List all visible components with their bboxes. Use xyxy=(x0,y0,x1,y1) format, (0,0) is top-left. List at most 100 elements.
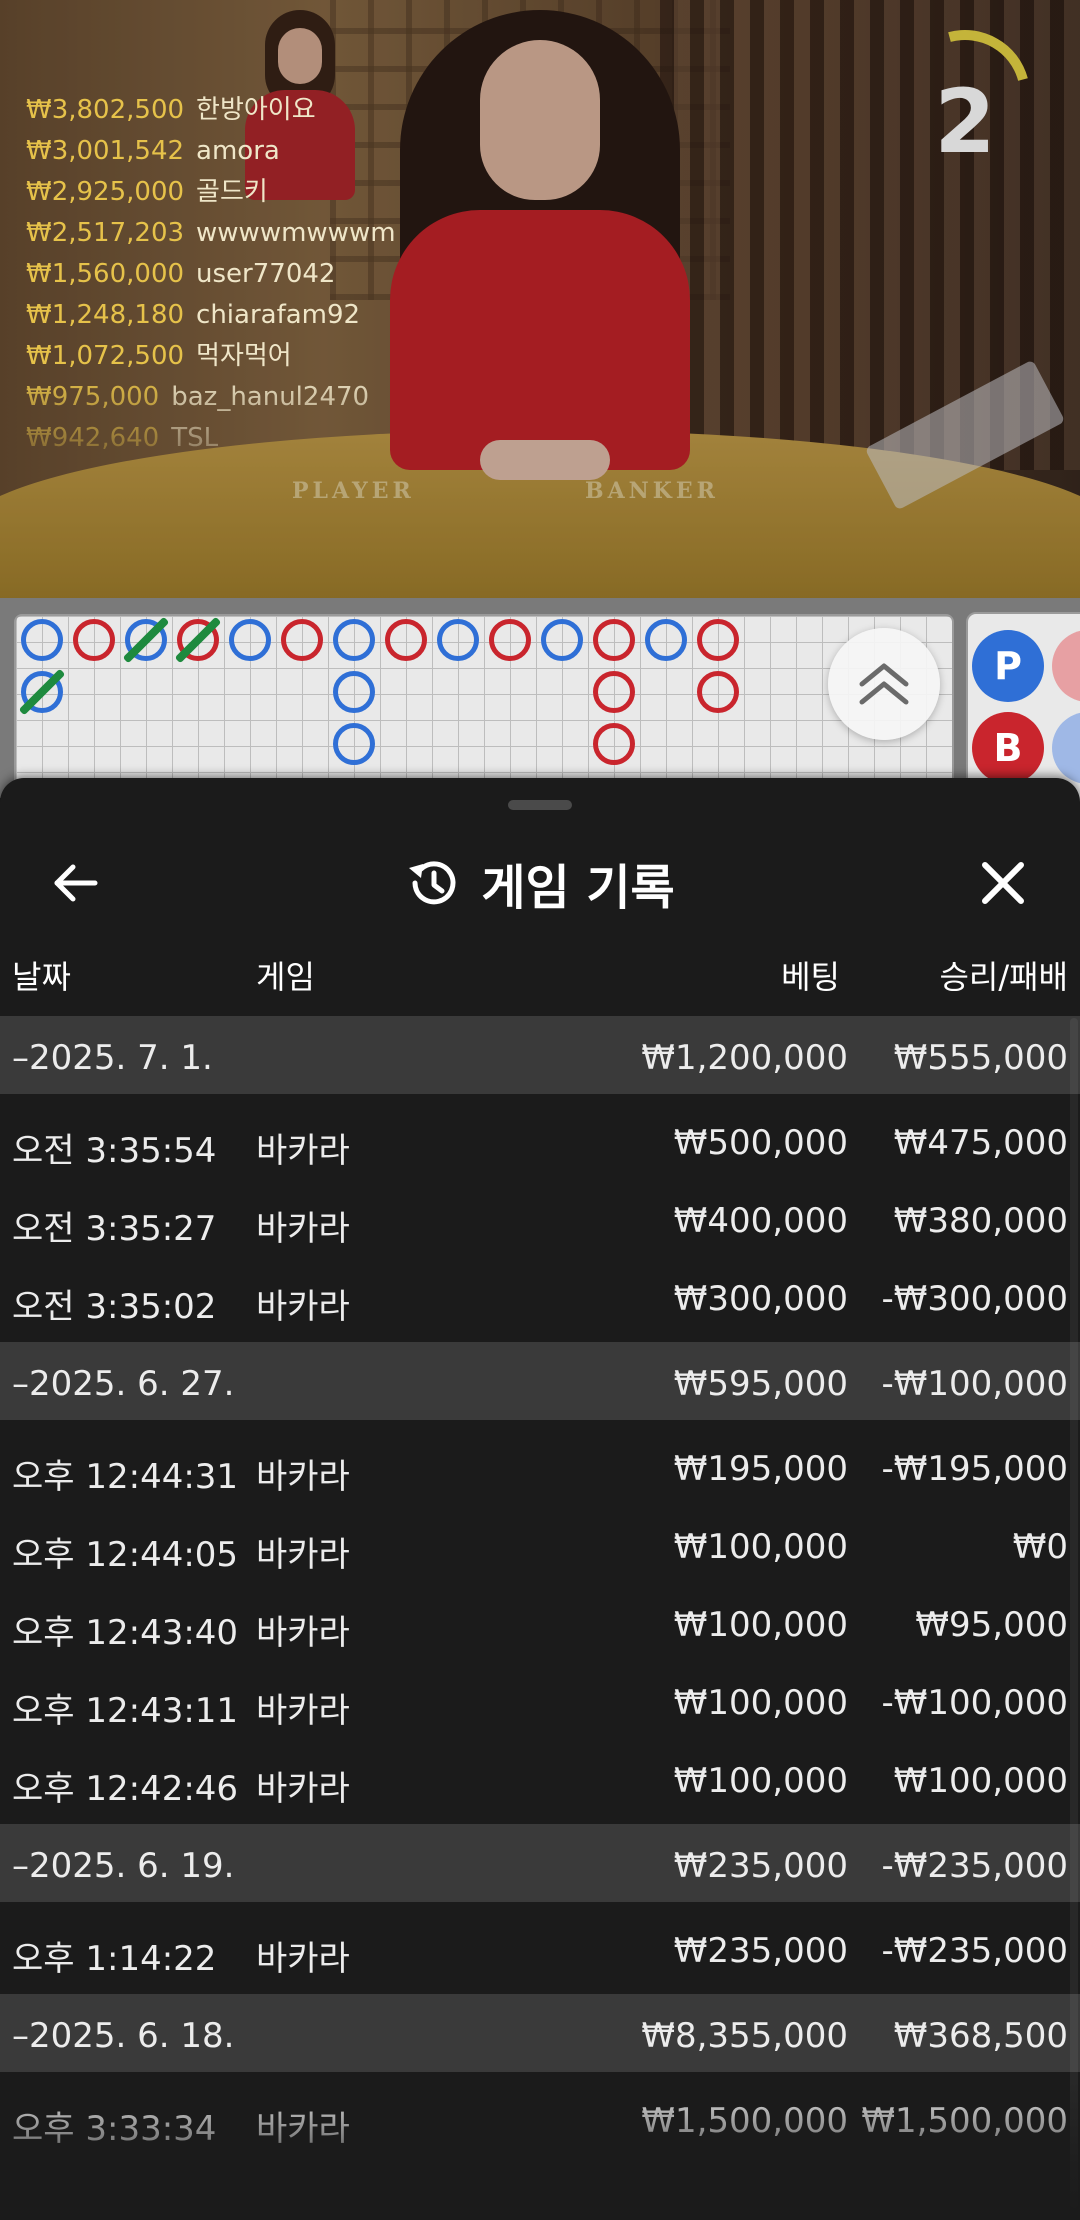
app-screen: PLAYER BANKER ₩3,802,500 한방아이요 ₩3,001,542 a… xyxy=(0,0,1080,2220)
winner-amount: ₩1,072,500 xyxy=(26,341,185,371)
banker-partial-chip xyxy=(1052,630,1080,702)
player-win-marker xyxy=(333,619,375,661)
player-prediction-chip[interactable]: P xyxy=(972,630,1044,702)
recent-winners-list: ₩3,802,500 한방아이요 ₩3,001,542 amora ₩2,925,000… xyxy=(26,90,406,490)
banker-win-marker xyxy=(593,723,635,765)
player-win-marker xyxy=(541,619,583,661)
player-win-marker xyxy=(229,619,271,661)
history-row[interactable]: 오후 1:14:22 바카라 ₩235,000 -₩235,000 xyxy=(0,1909,1080,1987)
winner-entry: ₩975,000 baz_hanul2470 xyxy=(26,377,406,418)
player-win-marker xyxy=(437,619,479,661)
row-game: 바카라 xyxy=(256,1131,350,1171)
close-button[interactable] xyxy=(968,848,1038,918)
group-date: –2025. 6. 18. xyxy=(12,2016,235,2056)
history-row[interactable]: 오후 12:44:05 바카라 ₩100,000 ₩0 xyxy=(0,1505,1080,1583)
group-bet-total: ₩8,355,000 xyxy=(641,2016,848,2056)
sheet-drag-handle[interactable] xyxy=(508,800,572,810)
row-time: 오후 3:33:34 xyxy=(12,2109,217,2149)
column-header-game: 게임 xyxy=(256,958,315,996)
winner-name: 골드키 xyxy=(196,177,268,207)
row-result: -₩235,000 xyxy=(881,1931,1069,1971)
history-row[interactable]: 오후 12:43:40 바카라 ₩100,000 ₩95,000 xyxy=(0,1583,1080,1661)
banker-prediction-chip[interactable]: B xyxy=(972,712,1044,784)
row-game: 바카라 xyxy=(256,1287,350,1327)
winner-amount: ₩1,248,180 xyxy=(26,300,185,330)
player-win-marker xyxy=(333,671,375,713)
row-result: -₩100,000 xyxy=(881,1683,1069,1723)
sheet-title-text: 게임 기록 xyxy=(481,860,675,916)
winner-name: wwwwmwwwm xyxy=(196,218,396,248)
row-time: 오후 12:44:31 xyxy=(12,1457,239,1497)
row-bet: ₩400,000 xyxy=(673,1201,848,1241)
row-time: 오후 12:43:11 xyxy=(12,1691,239,1731)
winner-entry: ₩2,925,000 골드키 xyxy=(26,172,406,213)
close-icon xyxy=(982,862,1024,904)
banker-win-marker xyxy=(697,671,739,713)
row-bet: ₩195,000 xyxy=(673,1449,848,1489)
row-bet: ₩100,000 xyxy=(673,1527,848,1567)
row-bet: ₩100,000 xyxy=(673,1683,848,1723)
winner-amount: ₩942,640 xyxy=(26,423,160,453)
winner-entry: ₩2,517,203 wwwwmwwwm xyxy=(26,213,406,254)
row-bet: ₩500,000 xyxy=(673,1123,848,1163)
banker-win-marker xyxy=(593,671,635,713)
row-bet: ₩300,000 xyxy=(673,1279,848,1319)
row-game: 바카라 xyxy=(256,1691,350,1731)
history-date-group[interactable]: –2025. 6. 19. ₩235,000 -₩235,000 xyxy=(0,1824,1080,1902)
row-time: 오후 1:14:22 xyxy=(12,1939,217,1979)
banker-win-marker xyxy=(73,619,115,661)
history-column-headers: 날짜 게임 베팅 승리/패배 xyxy=(0,938,1080,996)
player-partial-chip xyxy=(1052,712,1080,784)
winner-amount: ₩2,517,203 xyxy=(26,218,185,248)
winner-name: user77042 xyxy=(196,259,336,289)
player-win-marker xyxy=(645,619,687,661)
row-bet: ₩100,000 xyxy=(673,1605,848,1645)
winner-amount: ₩975,000 xyxy=(26,382,160,412)
group-date: –2025. 6. 19. xyxy=(12,1846,235,1886)
winner-amount: ₩3,001,542 xyxy=(26,136,185,166)
countdown-timer: 2 xyxy=(876,6,1054,184)
history-row[interactable]: 오후 12:44:31 바카라 ₩195,000 -₩195,000 xyxy=(0,1427,1080,1505)
live-video-feed: PLAYER BANKER ₩3,802,500 한방아이요 ₩3,001,542 a… xyxy=(0,0,1080,598)
winner-entry: ₩1,072,500 먹자먹어 xyxy=(26,336,406,377)
group-result-total: -₩100,000 xyxy=(881,1364,1069,1404)
winner-entry: ₩942,640 TSL xyxy=(26,418,406,459)
game-history-sheet: 게임 기록 날짜 게임 베팅 승리/패배 –2025. 7. 1. ₩1,200,… xyxy=(0,778,1080,2220)
sheet-header: 게임 기록 xyxy=(0,818,1080,938)
row-time: 오전 3:35:54 xyxy=(12,1131,217,1171)
sheet-title: 게임 기록 xyxy=(0,848,1080,918)
history-icon xyxy=(409,861,456,905)
double-chevron-up-icon xyxy=(859,663,909,705)
history-row[interactable]: 오전 3:35:54 바카라 ₩500,000 ₩475,000 xyxy=(0,1101,1080,1179)
winner-name: baz_hanul2470 xyxy=(171,382,370,412)
row-time: 오후 12:44:05 xyxy=(12,1535,239,1575)
winner-name: TSL xyxy=(171,423,219,453)
banker-win-marker xyxy=(281,619,323,661)
row-game: 바카라 xyxy=(256,1209,350,1249)
row-bet: ₩100,000 xyxy=(673,1761,848,1801)
history-scrollbar[interactable] xyxy=(1070,1018,1078,2208)
history-row[interactable]: 오후 3:33:34 바카라 ₩1,500,000 ₩1,500,000 xyxy=(0,2079,1080,2157)
history-row[interactable]: 오후 12:43:11 바카라 ₩100,000 -₩100,000 xyxy=(0,1661,1080,1739)
row-result: ₩475,000 xyxy=(893,1123,1068,1163)
banker-win-marker xyxy=(593,619,635,661)
history-row[interactable]: 오전 3:35:02 바카라 ₩300,000 -₩300,000 xyxy=(0,1257,1080,1335)
row-result: ₩100,000 xyxy=(893,1761,1068,1801)
group-bet-total: ₩1,200,000 xyxy=(641,1038,848,1078)
row-game: 바카라 xyxy=(256,2109,350,2149)
banker-win-marker xyxy=(697,619,739,661)
countdown-value: 2 xyxy=(934,70,996,173)
expand-up-button[interactable] xyxy=(828,628,940,740)
history-date-group[interactable]: –2025. 7. 1. ₩1,200,000 ₩555,000 xyxy=(0,1016,1080,1094)
history-date-group[interactable]: –2025. 6. 18. ₩8,355,000 ₩368,500 xyxy=(0,1994,1080,2072)
group-bet-total: ₩235,000 xyxy=(673,1846,848,1886)
row-game: 바카라 xyxy=(256,1769,350,1809)
winner-name: 한방아이요 xyxy=(196,95,316,125)
row-result: ₩95,000 xyxy=(915,1605,1068,1645)
history-row[interactable]: 오전 3:35:27 바카라 ₩400,000 ₩380,000 xyxy=(0,1179,1080,1257)
row-result: ₩380,000 xyxy=(893,1201,1068,1241)
history-date-group[interactable]: –2025. 6. 27. ₩595,000 -₩100,000 xyxy=(0,1342,1080,1420)
history-row[interactable]: 오후 12:42:46 바카라 ₩100,000 ₩100,000 xyxy=(0,1739,1080,1817)
winner-amount: ₩2,925,000 xyxy=(26,177,185,207)
history-list[interactable]: –2025. 7. 1. ₩1,200,000 ₩555,000 오전 3:35:54… xyxy=(0,1016,1080,2157)
